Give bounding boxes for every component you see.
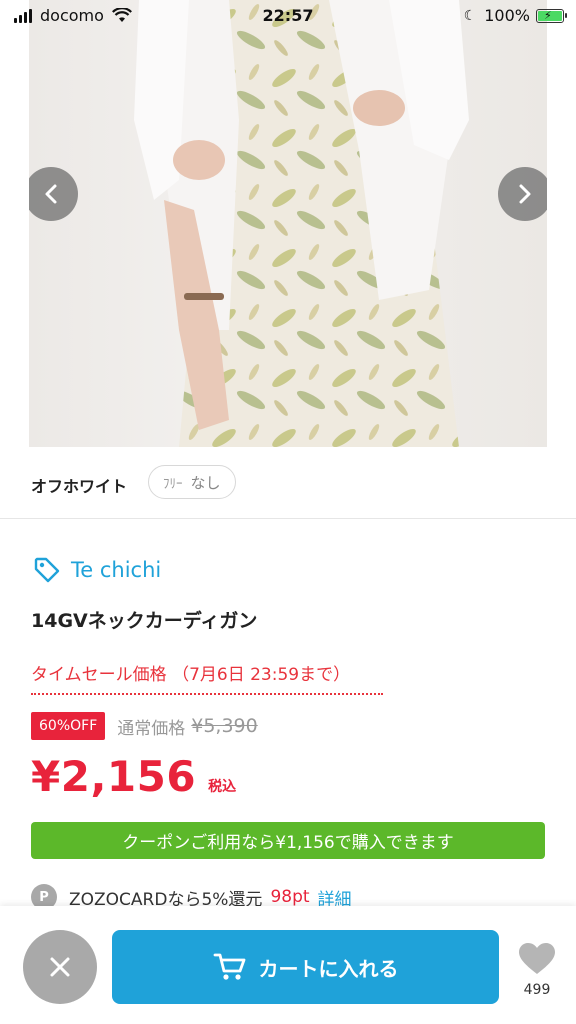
favorite-count: 499 xyxy=(523,982,551,998)
stock-status: なし xyxy=(190,473,221,492)
variant-row: オフホワイト ﾌﾘｰ なし xyxy=(0,447,576,519)
chevron-right-icon xyxy=(519,184,531,204)
add-to-cart-button[interactable]: カートに入れる xyxy=(112,930,499,1004)
add-to-cart-label: カートに入れる xyxy=(258,956,399,981)
status-right: ☾ 100% ⚡ xyxy=(463,6,567,25)
product-name: 14GVネックカーディガン xyxy=(31,610,258,632)
color-name: オフホワイト xyxy=(31,477,128,496)
bottom-action-bar: カートに入れる 499 xyxy=(0,906,576,1024)
product-image[interactable] xyxy=(29,0,547,447)
close-button[interactable] xyxy=(23,930,97,1004)
battery-percent: 100% xyxy=(484,6,530,25)
sale-price: ¥2,156 xyxy=(31,752,197,801)
coupon-button[interactable]: クーポンご利用なら¥1,156で購入できます xyxy=(31,822,545,859)
points-value: 98pt xyxy=(270,887,310,907)
brand-link[interactable]: Te chichi xyxy=(33,556,161,584)
cart-icon xyxy=(213,953,245,980)
next-image-button[interactable] xyxy=(498,167,547,221)
regular-price-label: 通常価格 xyxy=(117,718,186,739)
status-bar: docomo 22:57 ☾ 100% ⚡ xyxy=(0,0,576,32)
size-chip[interactable]: ﾌﾘｰ なし xyxy=(148,465,236,499)
close-icon xyxy=(50,957,70,977)
favorite-button[interactable]: 499 xyxy=(514,942,560,998)
product-photo xyxy=(134,0,469,447)
sale-price-row: ¥2,156 税込 xyxy=(31,752,236,801)
regular-price: ¥5,390 xyxy=(191,715,258,737)
tag-icon xyxy=(34,557,60,583)
moon-icon: ☾ xyxy=(463,7,477,24)
brand-name: Te chichi xyxy=(71,558,162,582)
timesale-label: タイムセール価格 （7月6日 23:59まで） xyxy=(31,660,383,695)
discount-row: 60%OFF 通常価格 ¥5,390 xyxy=(31,712,258,740)
discount-badge: 60%OFF xyxy=(31,712,106,740)
battery-charging-icon: ⚡ xyxy=(536,8,567,23)
size-name: ﾌﾘｰ xyxy=(163,476,183,492)
tax-label: 税込 xyxy=(208,779,237,795)
chevron-left-icon xyxy=(45,184,57,204)
heart-icon xyxy=(519,943,555,974)
